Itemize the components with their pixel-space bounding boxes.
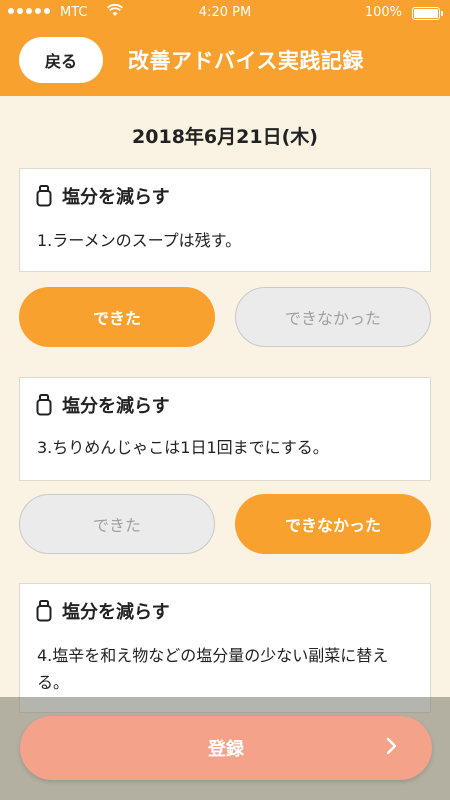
battery-percent: 100% <box>364 5 402 20</box>
status-bar: MTC 4:20 PM 100% <box>0 0 450 28</box>
advice-text: 3.ちりめんじゃこは1日1回までにする。 <box>37 438 329 457</box>
advice-category: 塩分を減らす <box>62 602 170 623</box>
page-title: 改善アドバイス実践記録 <box>128 49 364 73</box>
chevron-right-icon <box>386 736 398 761</box>
advice-card: 塩分を減らす 4.塩辛を和え物などの塩分量の少ない副菜に替える。 <box>19 583 431 713</box>
record-date: 2018年6月21日(木) <box>132 126 318 148</box>
battery-icon <box>412 7 443 20</box>
salt-shaker-icon <box>36 394 52 416</box>
advice-card: 塩分を減らす 3.ちりめんじゃこは1日1回までにする。 <box>19 377 431 481</box>
navigation-bar: 戻る 改善アドバイス実践記録 <box>0 28 450 96</box>
done-button[interactable]: できた <box>19 494 215 554</box>
back-button[interactable]: 戻る <box>19 37 103 83</box>
salt-shaker-icon <box>36 600 52 622</box>
not-done-button[interactable]: できなかった <box>235 287 431 347</box>
salt-shaker-icon <box>36 185 52 207</box>
register-label: 登録 <box>208 739 244 759</box>
advice-card: 塩分を減らす 1.ラーメンのスープは残す。 <box>19 168 431 272</box>
done-button[interactable]: できた <box>19 287 215 347</box>
not-done-button[interactable]: できなかった <box>235 494 431 554</box>
register-button[interactable]: 登録 <box>20 716 432 780</box>
advice-text: 4.塩辛を和え物などの塩分量の少ない副菜に替える。 <box>37 646 389 692</box>
advice-category: 塩分を減らす <box>62 187 170 208</box>
advice-category: 塩分を減らす <box>62 396 170 417</box>
advice-text: 1.ラーメンのスープは残す。 <box>37 231 242 250</box>
